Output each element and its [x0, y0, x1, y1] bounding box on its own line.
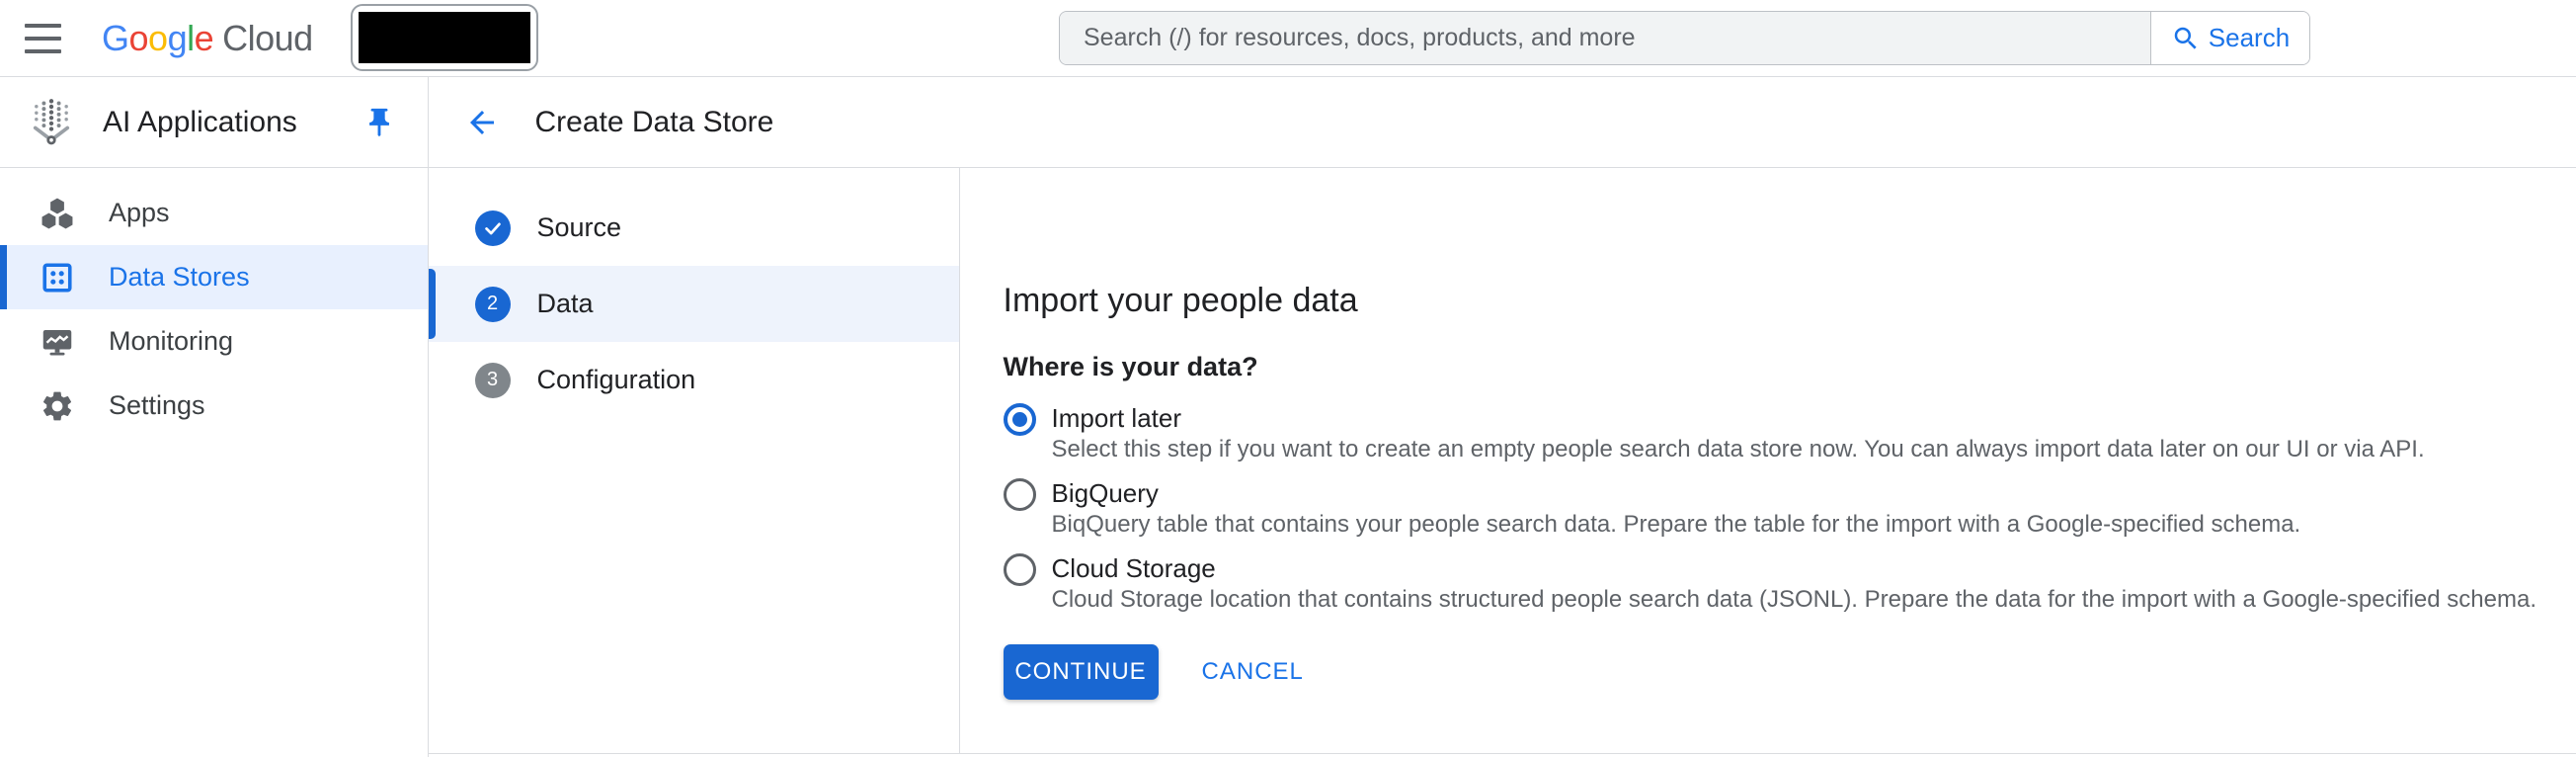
settings-gear-icon	[38, 388, 77, 424]
option-cloud-storage[interactable]: Cloud Storage Cloud Storage location tha…	[1004, 551, 2536, 615]
step-number: 3	[475, 363, 511, 398]
sidebar-item-label: Settings	[109, 390, 205, 421]
monitoring-icon	[38, 324, 77, 360]
continue-button[interactable]: CONTINUE	[1004, 644, 1159, 700]
data-stores-icon	[38, 260, 77, 295]
search-icon	[2171, 24, 2201, 53]
step-number: 2	[475, 287, 511, 322]
step-configuration[interactable]: 3 Configuration	[429, 342, 959, 418]
wizard-stepper: Source 2 Data 3 Configuration	[429, 168, 960, 753]
topbar: GoogleCloud Search	[0, 0, 2576, 77]
radio-unselected-icon[interactable]	[1004, 478, 1036, 511]
sidebar-item-label: Monitoring	[109, 326, 233, 357]
create-data-store-panel: Create Data Store Source 2 Data 3 Config…	[429, 77, 2576, 757]
sidebar-title: AI Applications	[103, 106, 297, 139]
back-arrow-icon[interactable]	[464, 105, 500, 140]
sidebar: AI Applications Apps	[0, 77, 429, 757]
logo-letter: l	[187, 18, 195, 58]
apps-cubes-icon	[38, 196, 77, 231]
sidebar-item-monitoring[interactable]: Monitoring	[0, 309, 428, 374]
search-button-label: Search	[2209, 23, 2290, 53]
option-label: BigQuery	[1052, 476, 2301, 510]
hamburger-menu-icon[interactable]	[25, 24, 61, 53]
google-cloud-logo[interactable]: GoogleCloud	[102, 18, 313, 59]
option-label: Import later	[1052, 401, 2425, 435]
step-data[interactable]: 2 Data	[429, 266, 959, 342]
sidebar-nav: Apps Data Stores	[0, 168, 428, 438]
panel-bottom-divider	[429, 753, 2576, 757]
data-source-options: Import later Select this step if you wan…	[1004, 401, 2536, 615]
step-label: Configuration	[537, 365, 696, 395]
logo-letter: o	[148, 18, 168, 58]
radio-unselected-icon[interactable]	[1004, 553, 1036, 586]
option-label: Cloud Storage	[1052, 551, 2536, 585]
search-input[interactable]	[1060, 12, 2150, 64]
sidebar-item-data-stores[interactable]: Data Stores	[0, 245, 428, 309]
option-description: Select this step if you want to create a…	[1052, 435, 2425, 464]
sidebar-item-apps[interactable]: Apps	[0, 181, 428, 245]
step-label: Data	[537, 289, 594, 319]
step-content: Import your people data Where is your da…	[960, 168, 2576, 753]
option-description: BiqQuery table that contains your people…	[1052, 510, 2301, 540]
search-bar: Search	[1059, 11, 2310, 65]
page-title: Create Data Store	[535, 106, 774, 139]
search-button[interactable]: Search	[2150, 12, 2309, 64]
content-heading: Import your people data	[1004, 281, 2536, 320]
step-completed-check-icon	[475, 210, 511, 246]
logo-letter: g	[168, 18, 188, 58]
sidebar-item-settings[interactable]: Settings	[0, 374, 428, 438]
project-selector-redacted[interactable]	[351, 4, 538, 71]
logo-cloud-text: Cloud	[222, 18, 313, 58]
logo-letter: G	[102, 18, 129, 58]
step-label: Source	[537, 212, 622, 243]
ai-applications-logo-icon	[26, 97, 77, 148]
option-bigquery[interactable]: BigQuery BiqQuery table that contains yo…	[1004, 476, 2536, 540]
content-question: Where is your data?	[1004, 350, 2536, 383]
redaction-block	[359, 12, 530, 63]
panel-body: Source 2 Data 3 Configuration Import you…	[429, 168, 2576, 753]
logo-letter: e	[195, 18, 214, 58]
logo-letter: o	[129, 18, 149, 58]
option-import-later[interactable]: Import later Select this step if you wan…	[1004, 401, 2536, 464]
sidebar-item-label: Apps	[109, 198, 170, 228]
sidebar-header: AI Applications	[0, 77, 428, 168]
panel-header: Create Data Store	[429, 77, 2576, 168]
step-source[interactable]: Source	[429, 190, 959, 266]
option-description: Cloud Storage location that contains str…	[1052, 585, 2536, 615]
cancel-button[interactable]: CANCEL	[1202, 658, 1304, 686]
sidebar-item-label: Data Stores	[109, 262, 250, 293]
action-buttons: CONTINUE CANCEL	[1004, 644, 2536, 700]
pin-icon[interactable]	[362, 106, 396, 139]
main-row: AI Applications Apps	[0, 77, 2576, 757]
radio-selected-icon[interactable]	[1004, 403, 1036, 436]
